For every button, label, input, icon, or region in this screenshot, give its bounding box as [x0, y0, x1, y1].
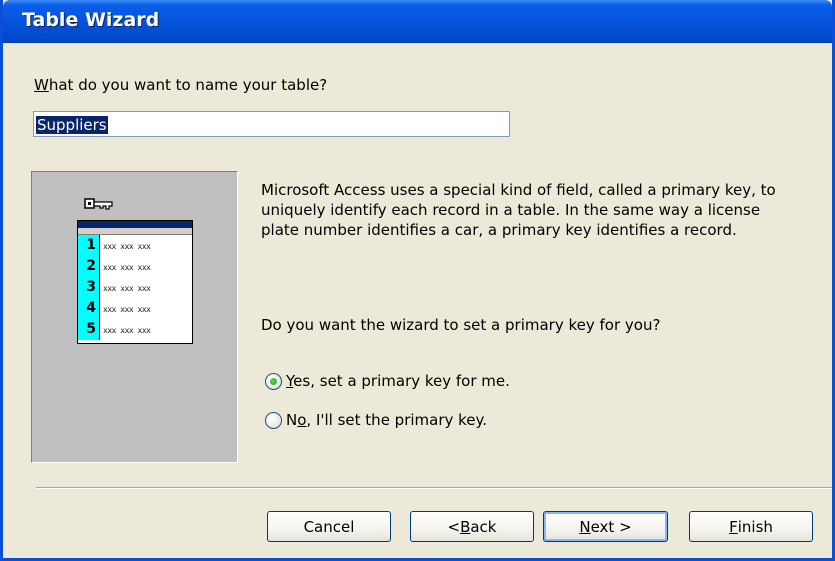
table-name-value: Suppliers [36, 116, 108, 134]
sample-row: 2 xxx xxx xxx [78, 256, 192, 277]
sample-row: 1 xxx xxx xxx [78, 235, 192, 256]
sample-row-number: 2 [78, 256, 100, 277]
option-yes-label: Yes, set a primary key for me. [286, 372, 510, 390]
sample-table-header [78, 221, 192, 228]
finish-button[interactable]: Finish [689, 511, 813, 542]
window-title: Table Wizard [22, 9, 160, 31]
option-no-label: No, I'll set the primary key. [286, 411, 487, 429]
sample-row: 3 xxx xxx xxx [78, 277, 192, 298]
sample-row-number: 5 [78, 319, 100, 340]
table-name-input[interactable]: Suppliers [33, 111, 510, 137]
option-yes[interactable]: Yes, set a primary key for me. [265, 370, 510, 392]
sample-row-cells: xxx xxx xxx [103, 242, 151, 251]
divider [36, 487, 832, 489]
back-label: ack [470, 517, 497, 536]
next-button[interactable]: Next > [543, 511, 668, 542]
option-no[interactable]: No, I'll set the primary key. [265, 409, 487, 431]
cancel-button[interactable]: Cancel [267, 511, 391, 542]
sample-row-number: 3 [78, 277, 100, 298]
primary-key-illustration: 1 xxx xxx xxx 2 xxx xxx xxx 3 xxx xxx xx… [31, 171, 238, 463]
option-no-prefix: N [286, 411, 298, 429]
finish-label: inish [737, 517, 773, 536]
primary-key-description: Microsoft Access uses a special kind of … [261, 181, 776, 239]
next-accelerator: N [579, 517, 591, 536]
back-button[interactable]: < Back [410, 511, 534, 542]
sample-row-number: 4 [78, 298, 100, 319]
finish-accelerator: F [729, 517, 738, 536]
sample-row-cells: xxx xxx xxx [103, 305, 151, 314]
next-label: ext > [590, 517, 632, 536]
title-bar[interactable]: Table Wizard [3, 0, 832, 43]
sample-table-icon: 1 xxx xxx xxx 2 xxx xxx xxx 3 xxx xxx xx… [77, 220, 193, 344]
sample-row-cells: xxx xxx xxx [103, 263, 151, 272]
cancel-label: Cancel [303, 517, 355, 536]
key-icon [84, 198, 113, 210]
sample-row-number: 1 [78, 235, 100, 256]
primary-key-question: Do you want the wizard to set a primary … [261, 316, 661, 334]
option-yes-text: es, set a primary key for me. [293, 372, 510, 390]
table-name-prompt: What do you want to name your table? [34, 76, 327, 94]
sample-table-column-bar [78, 228, 192, 235]
back-prefix: < [447, 517, 461, 536]
option-no-text: , I'll set the primary key. [306, 411, 488, 429]
radio-no[interactable] [265, 411, 282, 429]
sample-row-cells: xxx xxx xxx [103, 284, 151, 293]
sample-row: 5 xxx xxx xxx [78, 319, 192, 340]
sample-row-cells: xxx xxx xxx [103, 326, 151, 335]
prompt-accelerator: W [34, 76, 49, 94]
prompt-text: hat do you want to name your table? [48, 76, 328, 94]
sample-row: 4 xxx xxx xxx [78, 298, 192, 319]
back-accelerator: B [460, 517, 471, 536]
table-wizard-dialog: Table Wizard What do you want to name yo… [0, 0, 835, 561]
radio-yes[interactable] [265, 372, 282, 390]
